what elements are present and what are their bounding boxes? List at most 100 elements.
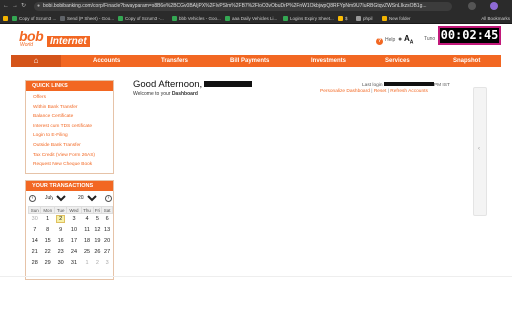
bookmark-item[interactable]: Send (P Sheet) - Goo... xyxy=(60,15,114,22)
calendar-day[interactable]: 20 xyxy=(102,236,113,247)
calendar-day[interactable]: 7 xyxy=(29,225,41,236)
calendar-day[interactable]: 10 xyxy=(67,225,81,236)
logo-world: World xyxy=(20,42,34,48)
nav-transfers[interactable]: Transfers xyxy=(161,55,188,67)
bookmark-favicon xyxy=(60,16,65,21)
weekday-header: Sun xyxy=(27,206,42,214)
quick-link-outside-bank-transfer[interactable]: Outside Bank Transfer xyxy=(33,141,113,151)
calendar-day[interactable]: 5 xyxy=(93,214,102,225)
reload-icon[interactable]: ↻ xyxy=(21,3,26,10)
profile-avatar[interactable] xyxy=(490,2,498,10)
calendar-day[interactable]: 24 xyxy=(67,247,81,258)
bookmark-item[interactable]: Copy of Scrum3 -... xyxy=(118,15,164,22)
bookmark-item[interactable]: bbb Vehicles - Goo... xyxy=(172,15,221,22)
bookmark-item[interactable]: New folder xyxy=(382,15,411,22)
bookmark-item[interactable]: Copy of Scrum3 ... xyxy=(12,15,56,22)
refresh-accounts-link[interactable]: Refresh Accounts xyxy=(390,89,428,94)
prev-month-icon[interactable]: ‹ xyxy=(29,195,36,202)
calendar-day[interactable]: 2 xyxy=(93,258,102,269)
forward-icon[interactable]: → xyxy=(12,3,18,10)
calendar-day[interactable]: 15 xyxy=(41,236,54,247)
month-select[interactable]: July xyxy=(41,194,69,202)
calendar-day[interactable]: 12 xyxy=(93,225,102,236)
calendar-day[interactable]: 11 xyxy=(81,225,93,236)
reset-link[interactable]: Reset xyxy=(374,89,387,94)
calendar-day[interactable]: 27 xyxy=(102,247,113,258)
calendar-day[interactable]: 26 xyxy=(93,247,102,258)
quick-link-tax-credit[interactable]: Tax Credit (View Form 26AS) xyxy=(33,151,113,161)
bookmark-item[interactable] xyxy=(3,15,10,22)
calendar-day[interactable]: 19 xyxy=(93,236,102,247)
quick-link-efiling[interactable]: Login to E-Filing xyxy=(33,131,113,141)
all-bookmarks-button[interactable]: All Bookmarks xyxy=(481,15,510,22)
weekday-header: Mon xyxy=(40,206,55,214)
calendar-day[interactable]: 18 xyxy=(81,236,93,247)
text-size-control[interactable]: AA xyxy=(404,34,413,46)
calendar-day[interactable]: 14 xyxy=(29,236,41,247)
quick-links-panel: Quick Links Offers Within Bank Transfer … xyxy=(25,80,114,174)
nav-snapshot[interactable]: Snapshot xyxy=(453,55,480,67)
calendar-week: 14 15 16 17 18 19 20 xyxy=(29,236,113,247)
calendar-day[interactable]: 3 xyxy=(102,258,113,269)
quick-link-balance-certificate[interactable]: Balance Certificate xyxy=(33,112,113,122)
bookmark-favicon xyxy=(338,16,343,21)
quick-link-cheque-book[interactable]: Request New Cheque Book xyxy=(33,160,113,170)
bookmark-favicon xyxy=(12,16,17,21)
site-info-icon[interactable]: ● xyxy=(37,2,40,11)
nav-accounts[interactable]: Accounts xyxy=(93,55,120,67)
bookmark-item[interactable]: aaa Daily Vehicles Li... xyxy=(225,15,277,22)
calendar-today[interactable]: 2 xyxy=(56,215,66,224)
calendar-day[interactable]: 6 xyxy=(102,214,113,225)
help-icon: ? xyxy=(376,38,383,45)
weekday-header: Sat xyxy=(101,206,113,214)
chevron-left-icon: ‹ xyxy=(478,146,480,152)
calendar-day[interactable]: 29 xyxy=(41,258,54,269)
calendar-day[interactable]: 23 xyxy=(54,247,67,258)
calendar-day[interactable]: 2 xyxy=(54,214,67,225)
quick-link-interest-tds-certificate[interactable]: Interest cum TDS certificate xyxy=(33,122,113,132)
year-select[interactable]: 2024 xyxy=(74,194,100,202)
last-login-label: Last login xyxy=(362,83,383,88)
calendar-day[interactable]: 16 xyxy=(54,236,67,247)
back-icon[interactable]: ← xyxy=(3,3,9,10)
calendar-day[interactable]: 13 xyxy=(102,225,113,236)
nav-bill-payments[interactable]: Bill Payments xyxy=(230,55,269,67)
calendar-day[interactable]: 30 xyxy=(54,258,67,269)
calendar-day[interactable]: 25 xyxy=(81,247,93,258)
calendar-day[interactable]: 1 xyxy=(41,214,54,225)
calendar-day[interactable]: 8 xyxy=(41,225,54,236)
calendar-day[interactable]: 28 xyxy=(29,258,41,269)
quick-link-within-bank-transfer[interactable]: Within Bank Transfer xyxy=(33,103,113,113)
calendar-day[interactable]: 9 xyxy=(54,225,67,236)
extensions-icon[interactable] xyxy=(468,2,476,10)
calendar-day[interactable]: 30 xyxy=(29,214,41,225)
text-size-small[interactable]: A xyxy=(410,40,414,46)
calendar-day[interactable]: 4 xyxy=(81,214,93,225)
home-icon[interactable]: ⌂ xyxy=(11,55,61,67)
calendar-controls: ‹ July 2024 › xyxy=(26,191,113,205)
nav-services[interactable]: Services xyxy=(385,55,410,67)
bookmark-favicon xyxy=(283,16,288,21)
quick-link-offers[interactable]: Offers xyxy=(33,93,113,103)
side-panel-toggle[interactable]: ‹ xyxy=(473,87,487,216)
calendar-day[interactable]: 31 xyxy=(67,258,81,269)
bookmark-item[interactable]: phpil xyxy=(356,15,373,22)
help-link[interactable]: ? Help xyxy=(376,37,395,45)
calendar-day[interactable]: 1 xyxy=(81,258,93,269)
personalize-dashboard-link[interactable]: Personalize Dashboard xyxy=(320,89,370,94)
user-icon[interactable]: ● xyxy=(398,36,402,43)
calendar-day[interactable]: 22 xyxy=(41,247,54,258)
calendar-day[interactable]: 17 xyxy=(67,236,81,247)
bookmark-item[interactable]: Logins Expiry Sheet... xyxy=(283,15,334,22)
calendar-day[interactable]: 3 xyxy=(67,214,81,225)
next-month-icon[interactable]: › xyxy=(105,195,112,202)
address-bar[interactable]: ● bobi.bobibanking.com/corp/Finacle?bway… xyxy=(34,2,452,11)
bookmark-favicon xyxy=(118,16,123,21)
bob-world-logo[interactable]: bob World Internet xyxy=(19,29,90,48)
quick-links-list: Offers Within Bank Transfer Balance Cert… xyxy=(26,91,113,170)
calendar-day[interactable]: 21 xyxy=(29,247,41,258)
bookmark-item[interactable]: $ xyxy=(338,15,348,22)
bookmark-favicon xyxy=(356,16,361,21)
nav-investments[interactable]: Investments xyxy=(311,55,346,67)
calendar-week: 7 8 9 10 11 12 13 xyxy=(29,225,113,236)
